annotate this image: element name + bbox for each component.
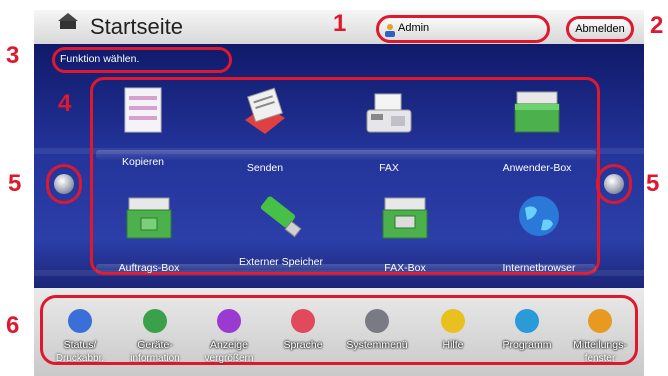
language-button[interactable]: Sprache xyxy=(267,309,339,369)
copy-tile[interactable]: Kopieren xyxy=(84,84,202,174)
program-icon xyxy=(515,309,539,333)
tile-label-external-memory: Externer Speicher xyxy=(238,256,324,268)
fax-box-tile[interactable]: FAX-Box xyxy=(346,190,464,274)
program-button[interactable]: Programm xyxy=(491,309,563,369)
user-box-tile[interactable]: Anwender-Box xyxy=(478,84,596,174)
next-page-button[interactable] xyxy=(604,174,624,194)
callout-5-left: 5 xyxy=(8,170,22,197)
globe-icon xyxy=(519,196,559,236)
callout-3: 3 xyxy=(6,42,20,69)
internet-browser-tile[interactable]: Internetbrowser xyxy=(480,190,598,274)
function-message: Funktion wählen. xyxy=(60,53,140,65)
job-box-icon xyxy=(126,197,172,239)
user-icon xyxy=(385,24,395,37)
tile-label-internet-browser: Internetbrowser xyxy=(502,262,576,274)
operation-panel: Startseite Admin Abmelden Funktion wähle… xyxy=(0,0,668,376)
user-box-icon xyxy=(514,91,560,133)
job-box-tile[interactable]: Auftrags-Box xyxy=(90,190,208,274)
tile-label-fax-box: FAX-Box xyxy=(384,262,426,274)
callout-5-right: 5 xyxy=(646,170,660,197)
system-menu-icon xyxy=(365,309,389,333)
message-icon xyxy=(588,309,612,333)
callout-6: 6 xyxy=(6,312,20,339)
device-info-icon xyxy=(143,309,167,333)
home-icon xyxy=(58,13,78,29)
usb-memory-icon xyxy=(260,196,302,238)
system-menu-button[interactable]: Systemmenü xyxy=(341,309,413,369)
fax-tile[interactable]: FAX xyxy=(330,84,448,174)
page-title: Startseite xyxy=(90,14,183,39)
enlarge-display-button[interactable]: Anzeige vergrößern xyxy=(193,309,265,369)
help-icon xyxy=(441,309,465,333)
fax-box-icon xyxy=(382,197,428,239)
tile-label-copy: Kopieren xyxy=(121,156,165,168)
copier-icon xyxy=(124,87,162,133)
logout-button[interactable]: Abmelden xyxy=(566,16,634,42)
message-window-button[interactable]: Mitteilungs- fenster xyxy=(564,309,636,369)
user-name: Admin xyxy=(398,22,430,34)
fax-icon xyxy=(366,93,412,133)
tile-label-user-box: Anwender-Box xyxy=(502,162,572,174)
device-information-button[interactable]: Geräte- information xyxy=(119,309,191,369)
callout-2: 2 xyxy=(650,12,664,39)
status-job-cancel-button[interactable]: Status/ Druckabbr. xyxy=(44,309,116,369)
status-icon xyxy=(68,309,92,333)
magnifier-icon xyxy=(217,309,241,333)
help-button[interactable]: Hilfe xyxy=(417,309,489,369)
callout-1: 1 xyxy=(333,10,347,37)
tile-label-job-box: Auftrags-Box xyxy=(118,262,180,274)
send-icon xyxy=(245,87,285,134)
callout-4: 4 xyxy=(58,90,72,117)
language-icon xyxy=(291,309,315,333)
external-memory-tile[interactable]: Externer Speicher xyxy=(222,190,340,274)
send-tile[interactable]: Senden xyxy=(206,84,324,174)
prev-page-button[interactable] xyxy=(54,174,74,194)
tile-label-fax: FAX xyxy=(379,162,399,174)
tile-label-send: Senden xyxy=(246,162,284,174)
